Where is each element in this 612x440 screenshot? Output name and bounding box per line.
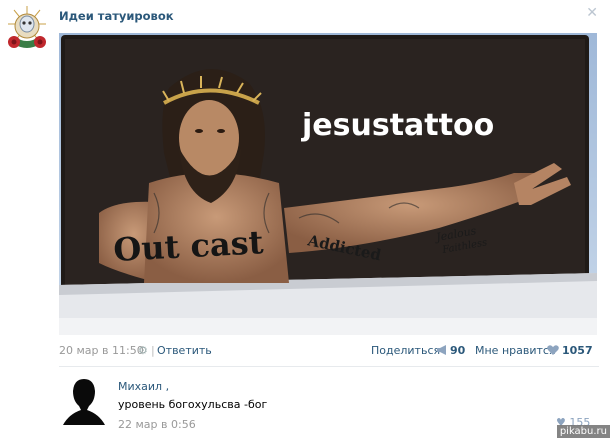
divider: [59, 366, 599, 367]
heart-icon[interactable]: [547, 345, 559, 359]
comment-date[interactable]: 22 мар в 0:56: [118, 418, 196, 431]
watermark: pikabu.ru: [556, 425, 610, 438]
separator: |: [151, 344, 155, 357]
like-button[interactable]: Мне нравится: [475, 344, 556, 357]
post-meta-row: 20 мар в 11:50 ⚙ | Ответить Поделиться 9…: [59, 344, 593, 360]
group-name-link[interactable]: Идеи татуировок: [59, 9, 174, 23]
post-image[interactable]: jesustattoo Out cast Addicted Jealous Fa…: [59, 33, 597, 335]
tattoo-chest-text: Out cast: [112, 223, 264, 269]
comment-author-link[interactable]: Михаил ,: [118, 380, 169, 393]
reply-button[interactable]: Ответить: [157, 344, 212, 357]
like-count: 1057: [562, 344, 593, 357]
post-date[interactable]: 20 мар в 11:50: [59, 344, 144, 357]
gear-icon[interactable]: ⚙: [138, 344, 148, 357]
megaphone-icon[interactable]: [436, 345, 448, 358]
share-count: 90: [450, 344, 466, 357]
comment-avatar[interactable]: [59, 375, 109, 425]
group-avatar[interactable]: [4, 2, 50, 58]
share-button[interactable]: Поделиться: [371, 344, 440, 357]
comment-text: уровень богохульсва -бог: [118, 398, 268, 411]
billboard-headline: jesustattoo: [301, 108, 494, 143]
close-icon[interactable]: ✕: [586, 5, 598, 21]
